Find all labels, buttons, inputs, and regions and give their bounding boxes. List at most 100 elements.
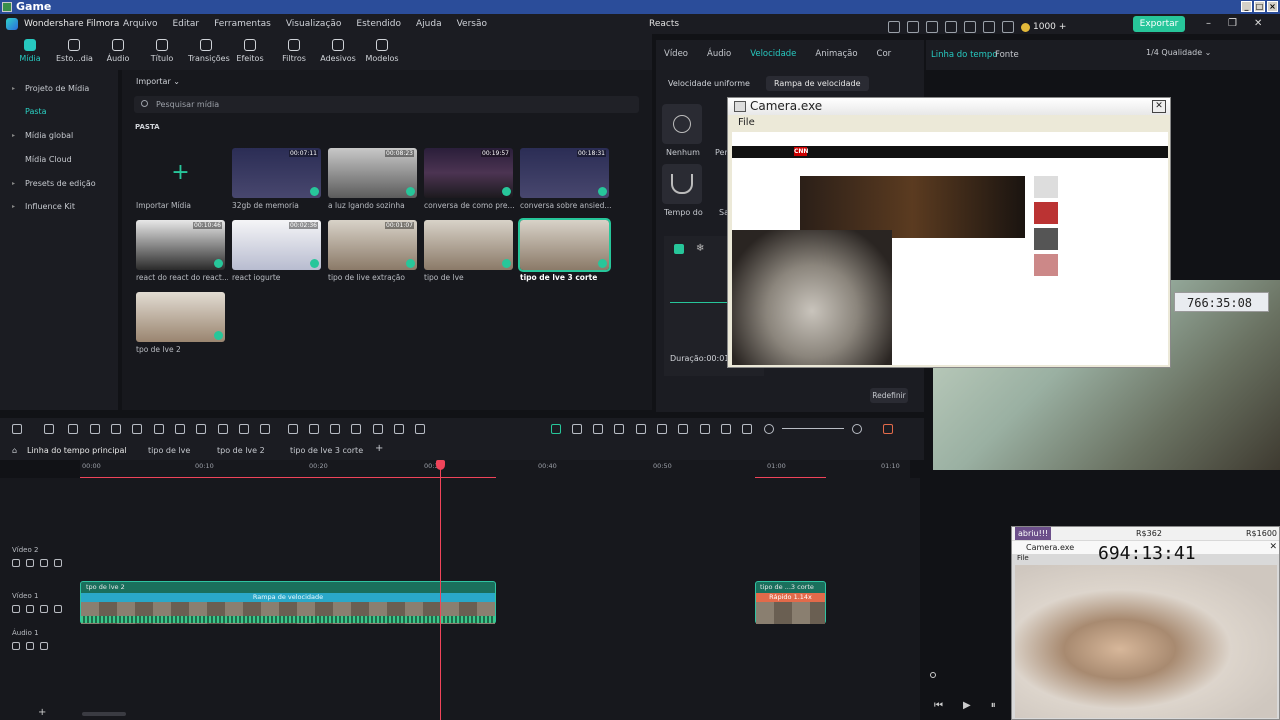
- tab-tipo-de-lve-3-corte[interactable]: tipo de lve 3 corte: [290, 446, 363, 455]
- tab-audio[interactable]: Áudio: [100, 34, 136, 70]
- add-track-icon[interactable]: +: [38, 707, 46, 718]
- preset-none[interactable]: [662, 104, 702, 144]
- horizontal-scrollbar[interactable]: [82, 712, 126, 716]
- menu-visualizacao[interactable]: Visualização: [286, 14, 342, 34]
- tab-adesivos[interactable]: Adesivos: [320, 34, 356, 70]
- tab-speed-ramp[interactable]: Rampa de velocidade: [765, 76, 869, 91]
- camera-window[interactable]: Camera.exe ✕ File CNN: [727, 97, 1171, 368]
- media-thumb[interactable]: [136, 292, 225, 342]
- speaker-icon[interactable]: [26, 642, 34, 650]
- speed-ramp-bar[interactable]: Rampa de velocidade: [81, 593, 495, 602]
- menu-versao[interactable]: Versão: [457, 14, 487, 34]
- zoom-slider[interactable]: [782, 428, 844, 429]
- tab-filtros[interactable]: Filtros: [276, 34, 312, 70]
- speed-badge[interactable]: Rápido 1.14x: [756, 593, 825, 602]
- sidebar-item-pasta[interactable]: Pasta: [12, 107, 47, 116]
- tab-modelos[interactable]: Modelos: [364, 34, 400, 70]
- file-menu-2[interactable]: File: [1017, 554, 1029, 562]
- tab-tpo-de-lve-2[interactable]: tpo de lve 2: [217, 446, 265, 455]
- menu-estendido[interactable]: Estendido: [356, 14, 401, 34]
- palette-icon[interactable]: [415, 424, 425, 434]
- monitor-icon[interactable]: [945, 21, 957, 33]
- gift-icon[interactable]: [888, 21, 900, 33]
- media-thumb[interactable]: 00:19:57: [424, 148, 513, 198]
- tab-timeline-preview[interactable]: Linha do tempo: [931, 50, 998, 60]
- preset-tempo[interactable]: [662, 164, 702, 204]
- timeline-clip[interactable]: tpo de lve 2 Rampa de velocidade: [80, 581, 496, 624]
- detach-icon[interactable]: [309, 424, 319, 434]
- cloud-icon[interactable]: [983, 21, 995, 33]
- send-icon[interactable]: [907, 21, 919, 33]
- play-icon[interactable]: ▶: [963, 700, 971, 711]
- link-icon[interactable]: [40, 642, 48, 650]
- tab-transicoes[interactable]: Transições: [188, 34, 230, 70]
- delete-icon[interactable]: [111, 424, 121, 434]
- render-icon[interactable]: [572, 424, 582, 434]
- tab-uniform-speed[interactable]: Velocidade uniforme: [660, 76, 758, 91]
- close-icon[interactable]: ✕: [1269, 542, 1277, 552]
- tab-efeitos[interactable]: Efeitos: [232, 34, 268, 70]
- snowflake-icon[interactable]: ❄: [696, 243, 704, 254]
- quality-dropdown[interactable]: 1/4 Qualidade ⌄: [1146, 48, 1211, 57]
- menu-ajuda[interactable]: Ajuda: [416, 14, 442, 34]
- close-button[interactable]: ×: [1267, 1, 1278, 12]
- mic-icon[interactable]: [678, 424, 688, 434]
- prev-frame-icon[interactable]: ⏮: [934, 700, 943, 711]
- tab-midia[interactable]: Mídia: [12, 34, 48, 70]
- tab-video[interactable]: Vídeo: [664, 49, 688, 59]
- speaker-icon[interactable]: [26, 605, 34, 613]
- app-close-icon[interactable]: ✕: [1254, 14, 1262, 34]
- speaker-icon[interactable]: [26, 559, 34, 567]
- timeline-ruler[interactable]: 00:00 00:10 00:20 00:30 00:40 00:50 01:0…: [80, 460, 910, 478]
- camera-window-2[interactable]: abriu!!! R$362 R$1600 Camera.exe 694:13:…: [1011, 526, 1280, 720]
- add-timeline-icon[interactable]: +: [375, 443, 383, 454]
- keyframe-icon[interactable]: [260, 424, 270, 434]
- marker-icon[interactable]: [636, 424, 646, 434]
- media-thumb[interactable]: 00:02:36: [232, 220, 321, 270]
- media-thumb[interactable]: 00:01:07: [328, 220, 417, 270]
- link-icon[interactable]: [40, 559, 48, 567]
- eye-icon[interactable]: [54, 559, 62, 567]
- menu-editar[interactable]: Editar: [172, 14, 199, 34]
- ai-icon[interactable]: [196, 424, 206, 434]
- export-button[interactable]: Exportar: [1133, 16, 1185, 32]
- eye-icon[interactable]: [54, 605, 62, 613]
- tab-animacao[interactable]: Animação: [815, 49, 857, 59]
- stabilize-icon[interactable]: [330, 424, 340, 434]
- maximize-button[interactable]: □: [1254, 1, 1265, 12]
- tab-estoque[interactable]: Esto...dia: [56, 34, 93, 70]
- mask-icon[interactable]: [351, 424, 361, 434]
- menu-ferramentas[interactable]: Ferramentas: [214, 14, 271, 34]
- color-icon[interactable]: [218, 424, 228, 434]
- sidebar-item-presets[interactable]: ▸ Presets de edição: [12, 179, 96, 188]
- select-icon[interactable]: [44, 424, 54, 434]
- coins-badge[interactable]: 1000 +: [1021, 17, 1066, 37]
- media-thumb[interactable]: [424, 220, 513, 270]
- tab-tipo-de-lve[interactable]: tipo de lve: [148, 446, 190, 455]
- text-icon[interactable]: [154, 424, 164, 434]
- crop-icon[interactable]: [175, 424, 185, 434]
- menu-arquivo[interactable]: Arquivo: [123, 14, 157, 34]
- media-thumb[interactable]: 00:08:23: [328, 148, 417, 198]
- file-menu[interactable]: File: [738, 117, 755, 128]
- pip-icon[interactable]: [742, 424, 752, 434]
- sidebar-item-midia-cloud[interactable]: Mídia Cloud: [12, 155, 72, 164]
- pause-icon[interactable]: ⏸: [991, 700, 996, 711]
- media-thumb[interactable]: 00:10:46: [136, 220, 225, 270]
- preview-scrub-handle[interactable]: [930, 672, 936, 678]
- mixer-icon[interactable]: [700, 424, 710, 434]
- group-icon[interactable]: [373, 424, 383, 434]
- caption-icon[interactable]: [721, 424, 731, 434]
- zoom-in-icon[interactable]: [852, 424, 862, 434]
- tab-cor[interactable]: Cor: [877, 49, 892, 59]
- media-thumb-selected[interactable]: [518, 218, 611, 272]
- audio-stretch-icon[interactable]: [288, 424, 298, 434]
- grid-icon[interactable]: [1002, 21, 1014, 33]
- app-minimize-icon[interactable]: –: [1206, 14, 1211, 34]
- search-input[interactable]: Pesquisar mídia: [134, 96, 639, 113]
- tab-titulo[interactable]: Título: [144, 34, 180, 70]
- tab-velocidade[interactable]: Velocidade: [750, 49, 796, 59]
- lock-icon[interactable]: [12, 605, 20, 613]
- redo-icon[interactable]: [90, 424, 100, 434]
- tab-main-timeline[interactable]: Linha do tempo principal: [27, 446, 127, 455]
